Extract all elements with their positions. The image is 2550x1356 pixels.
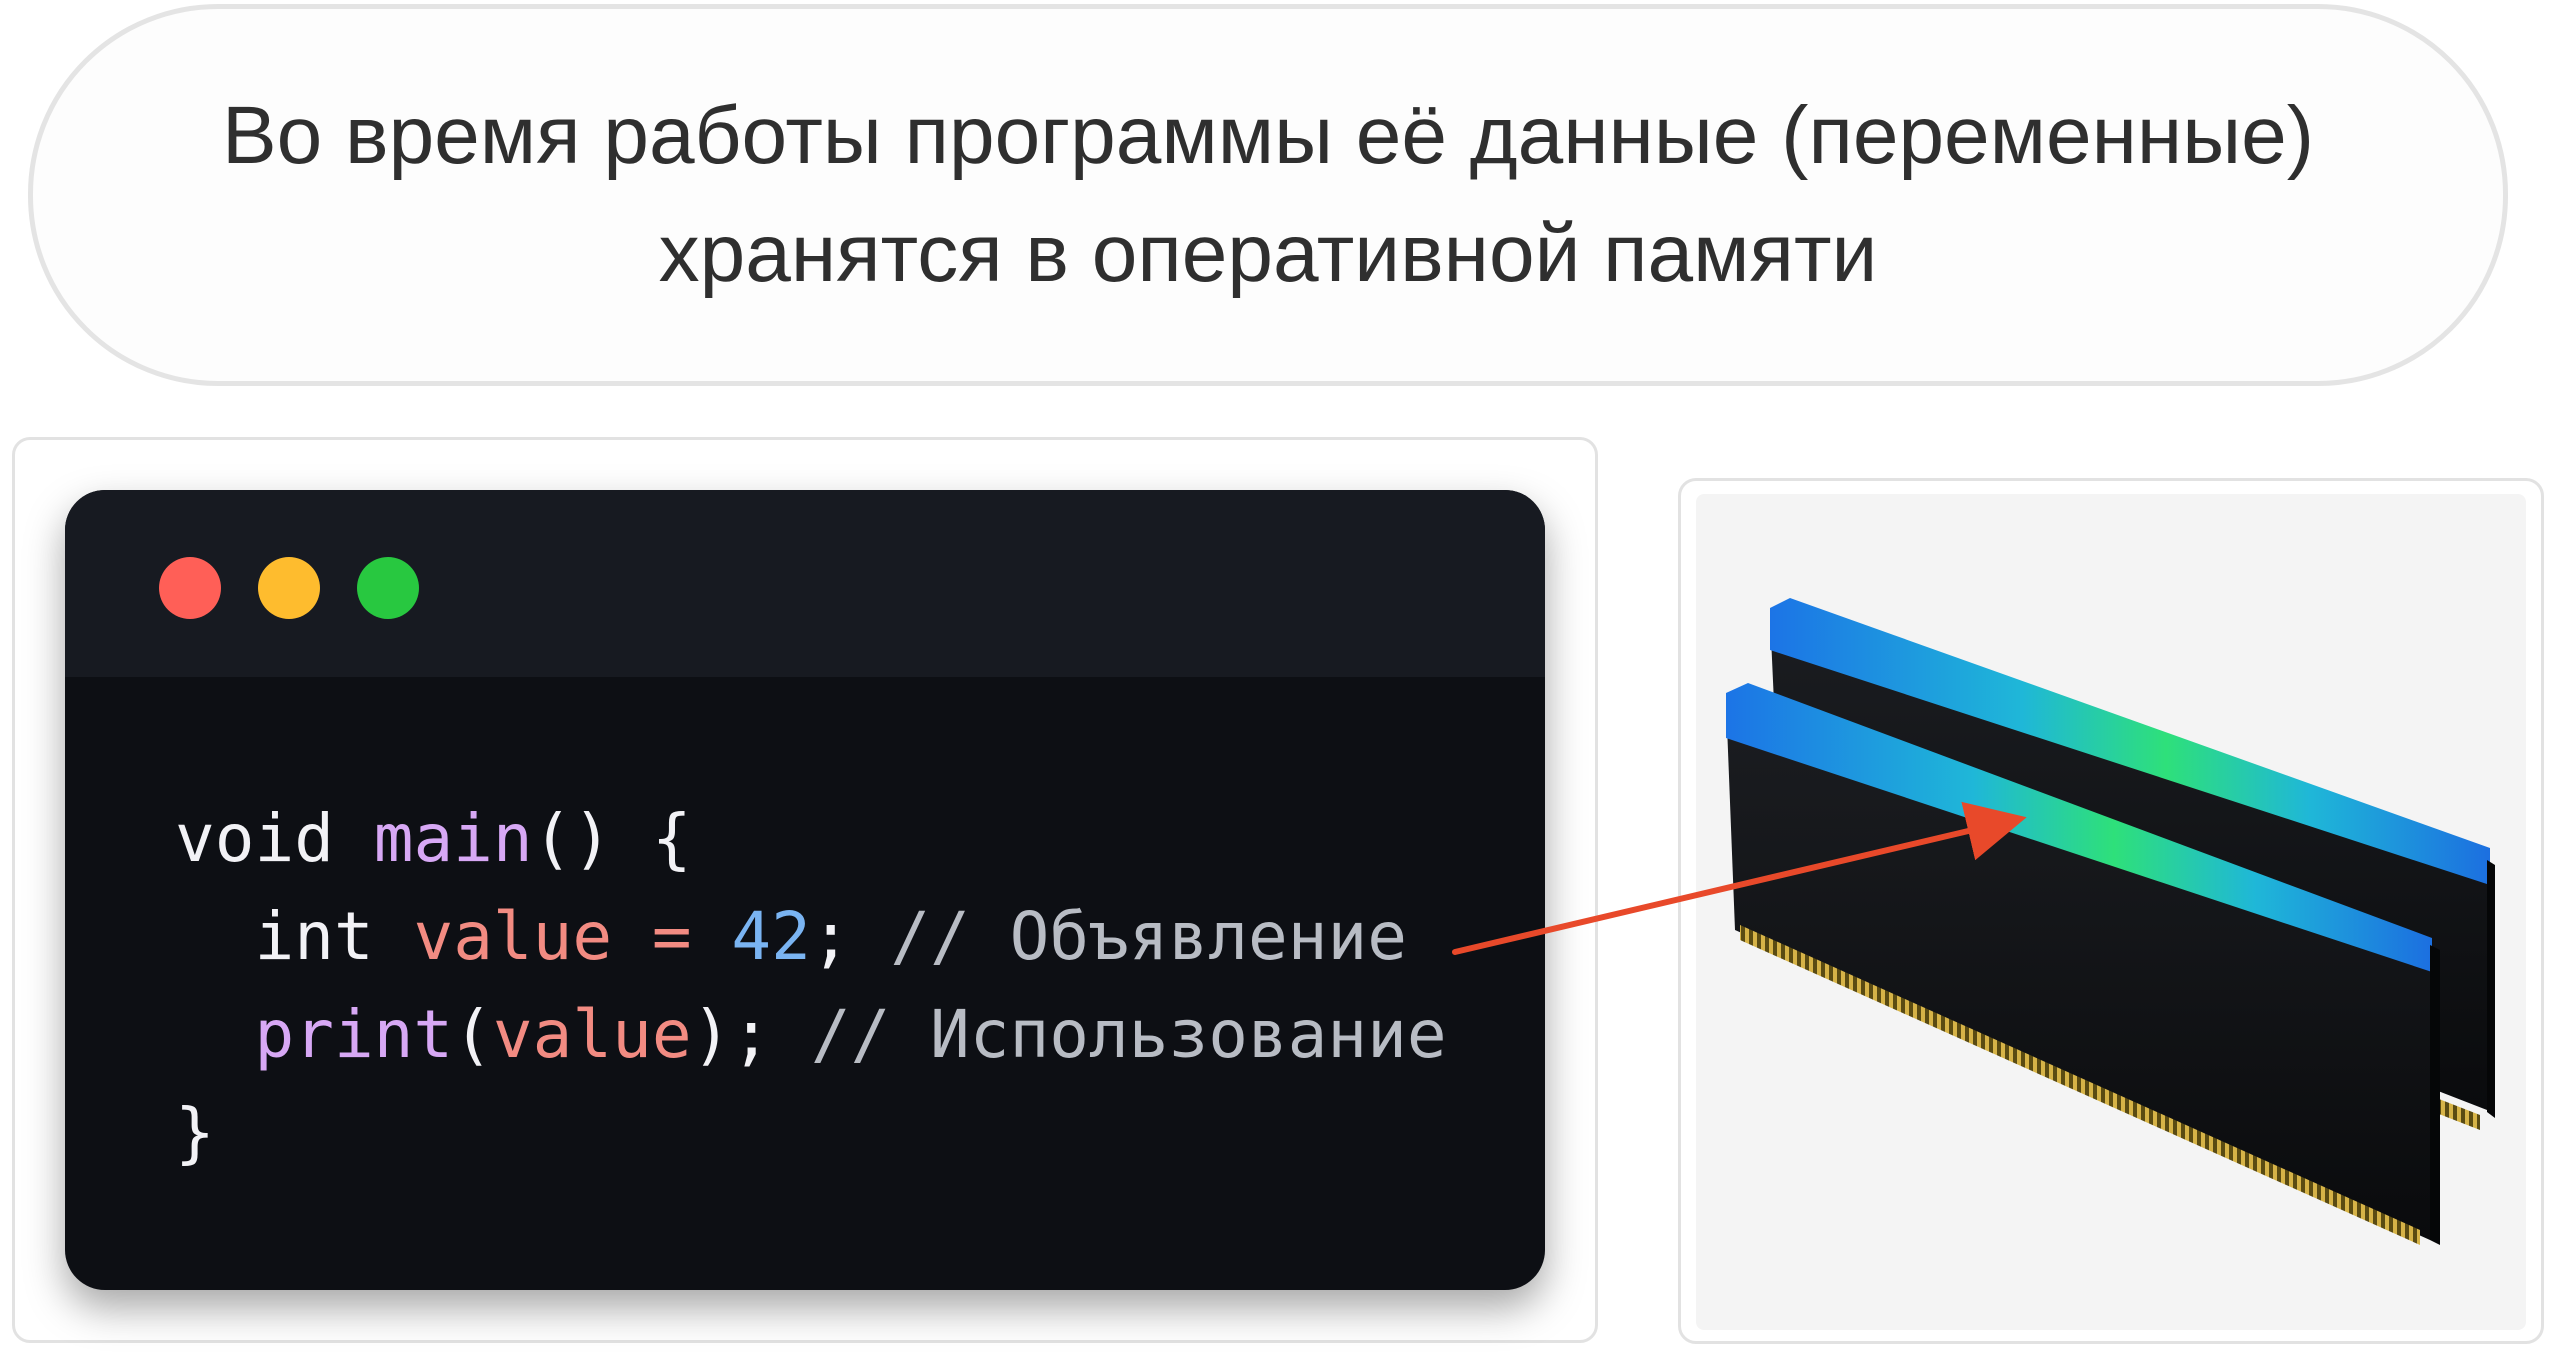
illustration-overlay	[1452, 598, 2495, 1245]
ram-modules-icon	[1726, 598, 2495, 1245]
